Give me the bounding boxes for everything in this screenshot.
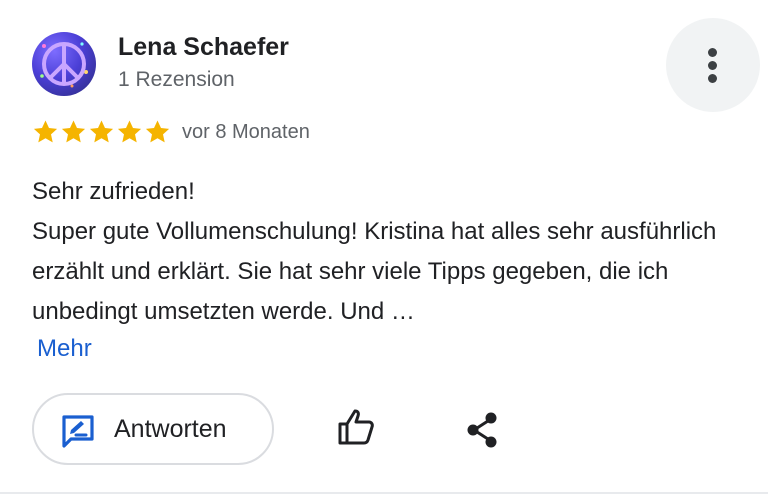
share-icon [467, 412, 497, 448]
review-body: Super gute Vollumenschulung! Kristina ha… [32, 218, 717, 325]
star-icon [145, 120, 170, 143]
like-button[interactable] [336, 407, 376, 452]
more-vert-icon-dot [708, 61, 717, 70]
more-vert-icon-dot [708, 74, 717, 83]
star-icon [117, 120, 142, 143]
more-link[interactable]: Mehr [37, 329, 92, 369]
reply-button-label: Antworten [114, 415, 227, 443]
share-button[interactable] [465, 411, 499, 454]
divider [0, 492, 768, 494]
review-title: Sehr zufrieden! [32, 178, 195, 205]
more-vert-icon-dot [708, 48, 717, 57]
reply-button[interactable]: Antworten [32, 393, 274, 465]
reviewer-name[interactable]: Lena Schaefer [118, 33, 289, 62]
star-icon [33, 120, 58, 143]
peace-sign-icon [40, 42, 88, 88]
review-text: Sehr zufrieden! Super gute Vollumenschul… [32, 172, 732, 332]
star-icon [89, 120, 114, 143]
more-options-button[interactable] [666, 18, 760, 112]
review-count: 1 Rezension [118, 68, 235, 91]
review-date: vor 8 Monaten [182, 121, 310, 143]
star-icon [61, 120, 86, 143]
star-rating [32, 118, 171, 146]
reply-edit-icon [62, 415, 94, 448]
thumbs-up-icon [338, 409, 374, 445]
avatar[interactable] [32, 32, 96, 96]
